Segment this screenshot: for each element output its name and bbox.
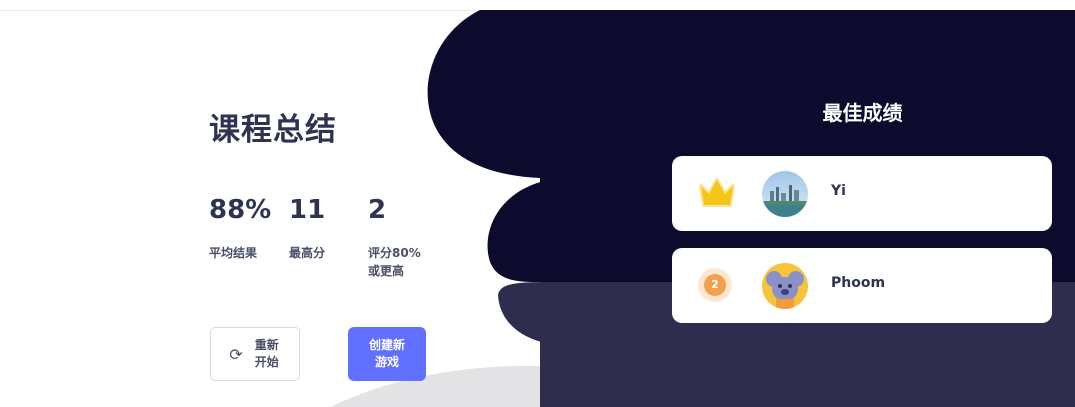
leaderboard-row: Yi: [672, 156, 1052, 231]
refresh-icon: ⟳: [229, 344, 243, 364]
rank-badge: 2: [704, 274, 726, 296]
high-score-count-label: 评分80%或更高: [368, 246, 421, 278]
leaderboard-row: 2 Phoom: [672, 248, 1052, 323]
average-result-value: 88%: [209, 195, 272, 225]
average-result-label: 平均结果: [209, 246, 258, 260]
restart-button-label: 重新开始: [254, 338, 279, 369]
top-score-label: 最高分: [289, 246, 326, 260]
top-score-value: 11: [289, 195, 326, 225]
player-name: Phoom: [831, 275, 886, 291]
restart-button[interactable]: ⟳ 重新开始: [210, 327, 300, 381]
avatar: [762, 263, 808, 309]
avatar: [762, 171, 808, 217]
create-new-game-label: 创建新游戏: [368, 338, 405, 369]
crown-icon: [699, 178, 735, 207]
create-new-game-button[interactable]: 创建新游戏: [348, 327, 426, 381]
high-score-count-value: 2: [368, 195, 387, 225]
leaderboard-title: 最佳成绩: [822, 101, 903, 125]
player-name: Yi: [831, 183, 846, 199]
summary-title: 课程总结: [209, 112, 337, 148]
